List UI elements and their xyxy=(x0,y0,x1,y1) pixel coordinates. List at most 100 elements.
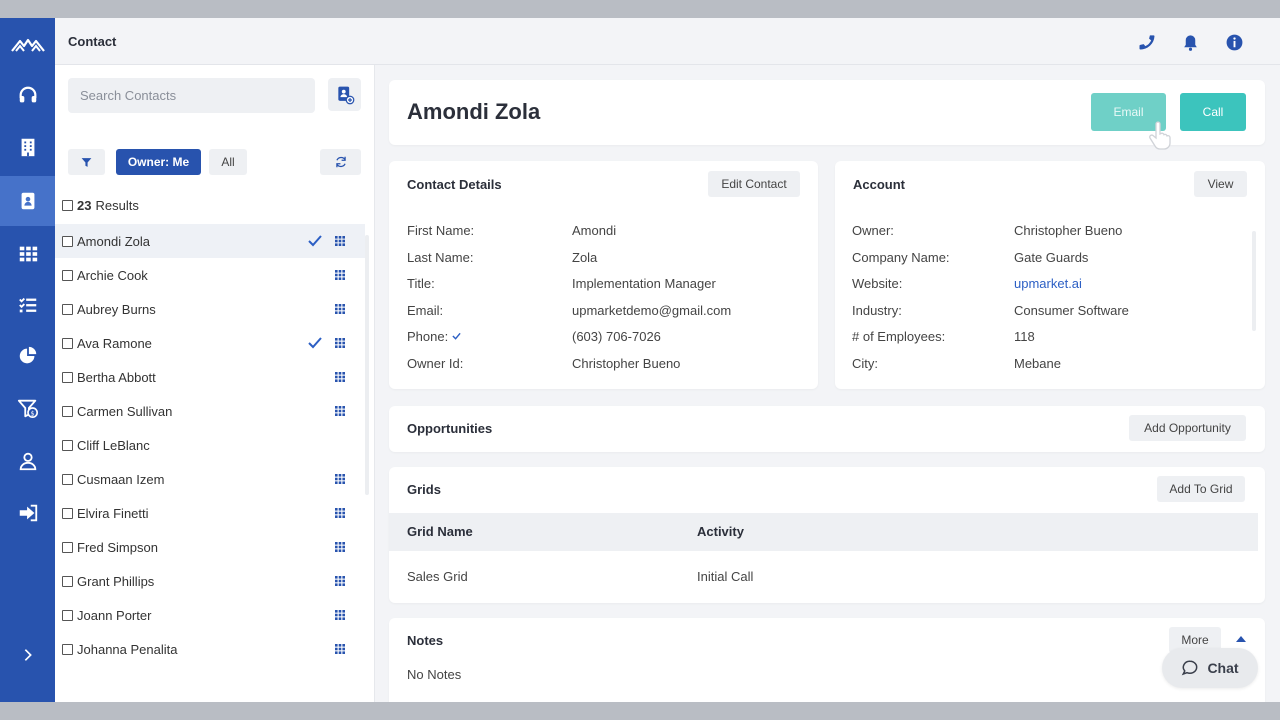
filter-button[interactable] xyxy=(68,149,105,175)
grid-membership-icon[interactable] xyxy=(335,508,345,518)
list-item[interactable]: Fred Simpson xyxy=(55,530,365,564)
grid-name-header: Grid Name xyxy=(407,524,473,539)
contact-checkbox[interactable] xyxy=(62,439,73,451)
notes-title: Notes xyxy=(407,633,444,648)
bell-icon[interactable] xyxy=(1180,32,1200,52)
contact-checkbox[interactable] xyxy=(62,371,73,383)
website-link[interactable]: upmarket.ai xyxy=(1014,276,1082,291)
grid-membership-icon[interactable] xyxy=(335,270,345,280)
chat-button[interactable]: Chat xyxy=(1162,648,1258,688)
website-label: Website: xyxy=(852,276,903,291)
contact-checkbox[interactable] xyxy=(62,269,73,281)
grid-membership-icon[interactable] xyxy=(335,236,345,246)
add-opportunity-button[interactable]: Add Opportunity xyxy=(1129,415,1246,441)
first-name-label: First Name: xyxy=(407,223,475,238)
search-input[interactable] xyxy=(68,78,315,113)
list-item[interactable]: Amondi Zola xyxy=(55,224,365,258)
phone-icon[interactable] xyxy=(1137,32,1157,52)
contact-name-label: Cusmaan Izem xyxy=(77,471,165,487)
grid-icon[interactable] xyxy=(0,229,55,279)
owner-me-filter-button[interactable]: Owner: Me xyxy=(116,149,201,175)
last-name-label: Last Name: xyxy=(407,250,474,265)
checklist-icon[interactable] xyxy=(0,280,55,330)
add-contact-icon xyxy=(337,86,354,104)
city-value: Mebane xyxy=(1014,356,1061,371)
contact-checkbox[interactable] xyxy=(62,575,73,587)
list-item[interactable]: Cusmaan Izem xyxy=(55,462,365,496)
list-item[interactable]: Archie Cook xyxy=(55,258,365,292)
email-label: Email: xyxy=(407,303,444,318)
list-item[interactable]: Cliff LeBlanc xyxy=(55,428,365,462)
industry-label: Industry: xyxy=(852,303,902,318)
grid-membership-icon[interactable] xyxy=(335,372,345,382)
results-row: 23 Results xyxy=(62,198,139,213)
contact-checkbox[interactable] xyxy=(62,337,73,349)
view-account-button[interactable]: View xyxy=(1194,171,1247,197)
grid-membership-icon[interactable] xyxy=(335,474,345,484)
grids-title: Grids xyxy=(407,482,441,497)
contact-checkbox[interactable] xyxy=(62,643,73,655)
city-label: City: xyxy=(852,356,878,371)
phone-label: Phone: xyxy=(407,329,449,344)
contact-name-label: Aubrey Burns xyxy=(77,301,156,317)
top-bar: Contact xyxy=(55,18,1280,65)
no-notes-text: No Notes xyxy=(407,667,462,682)
contact-details-title: Contact Details xyxy=(407,177,502,192)
grid-membership-icon[interactable] xyxy=(335,304,345,314)
add-to-grid-button[interactable]: Add To Grid xyxy=(1157,476,1245,502)
account-owner-label: Owner: xyxy=(852,223,894,238)
notes-card: Notes More No Notes xyxy=(389,618,1265,702)
title-value: Implementation Manager xyxy=(572,276,716,291)
grid-membership-icon[interactable] xyxy=(335,406,345,416)
select-all-checkbox[interactable] xyxy=(62,200,73,211)
contact-checkbox[interactable] xyxy=(62,303,73,315)
contact-card-icon[interactable] xyxy=(0,176,55,226)
list-item[interactable]: Joann Porter xyxy=(55,598,365,632)
company-name-value: Gate Guards xyxy=(1014,250,1089,265)
contact-checkbox[interactable] xyxy=(62,473,73,485)
page-title: Contact xyxy=(68,34,117,49)
call-button[interactable]: Call xyxy=(1180,93,1246,131)
refresh-button[interactable] xyxy=(320,149,361,175)
list-item[interactable]: Elvira Finetti xyxy=(55,496,365,530)
list-item[interactable]: Bertha Abbott xyxy=(55,360,365,394)
list-item[interactable]: Johanna Penalita xyxy=(55,632,365,666)
grid-membership-icon[interactable] xyxy=(335,576,345,586)
add-contact-button[interactable] xyxy=(328,78,361,111)
sign-out-icon[interactable] xyxy=(0,488,55,538)
svg-text:$: $ xyxy=(30,409,34,417)
funnel-dollar-icon[interactable]: $ xyxy=(0,383,55,433)
list-item[interactable]: Aubrey Burns xyxy=(55,292,365,326)
contact-name-label: Ava Ramone xyxy=(77,335,152,351)
collapse-up-icon[interactable] xyxy=(1235,635,1247,643)
grid-membership-icon[interactable] xyxy=(335,644,345,654)
user-icon[interactable] xyxy=(0,436,55,486)
contact-name-label: Carmen Sullivan xyxy=(77,403,173,419)
building-icon[interactable] xyxy=(0,122,55,172)
all-filter-button[interactable]: All xyxy=(209,149,247,175)
contact-checkbox[interactable] xyxy=(62,235,73,247)
grid-membership-icon[interactable] xyxy=(335,610,345,620)
grid-membership-icon[interactable] xyxy=(335,338,345,348)
owner-id-value: Christopher Bueno xyxy=(572,356,681,371)
info-icon[interactable] xyxy=(1224,32,1244,52)
contact-checkbox[interactable] xyxy=(62,507,73,519)
contact-checkbox[interactable] xyxy=(62,541,73,553)
list-item[interactable]: Carmen Sullivan xyxy=(55,394,365,428)
logo-icon[interactable] xyxy=(0,20,55,70)
company-name-label: Company Name: xyxy=(852,250,950,265)
results-label: Results xyxy=(95,198,139,213)
list-item[interactable]: Ava Ramone xyxy=(55,326,365,360)
list-item[interactable]: Grant Phillips xyxy=(55,564,365,598)
chevron-right-icon[interactable] xyxy=(0,630,55,680)
grid-membership-icon[interactable] xyxy=(335,542,345,552)
account-scrollbar[interactable] xyxy=(1252,231,1256,331)
list-scrollbar[interactable] xyxy=(365,235,369,495)
headset-icon[interactable] xyxy=(0,71,55,121)
contact-checkbox[interactable] xyxy=(62,405,73,417)
contact-checkbox[interactable] xyxy=(62,609,73,621)
edit-contact-button[interactable]: Edit Contact xyxy=(708,171,800,197)
contact-name: Amondi Zola xyxy=(407,99,541,124)
pie-chart-icon[interactable] xyxy=(0,331,55,381)
account-card: Account View Owner: Christopher Bueno Co… xyxy=(835,161,1265,389)
